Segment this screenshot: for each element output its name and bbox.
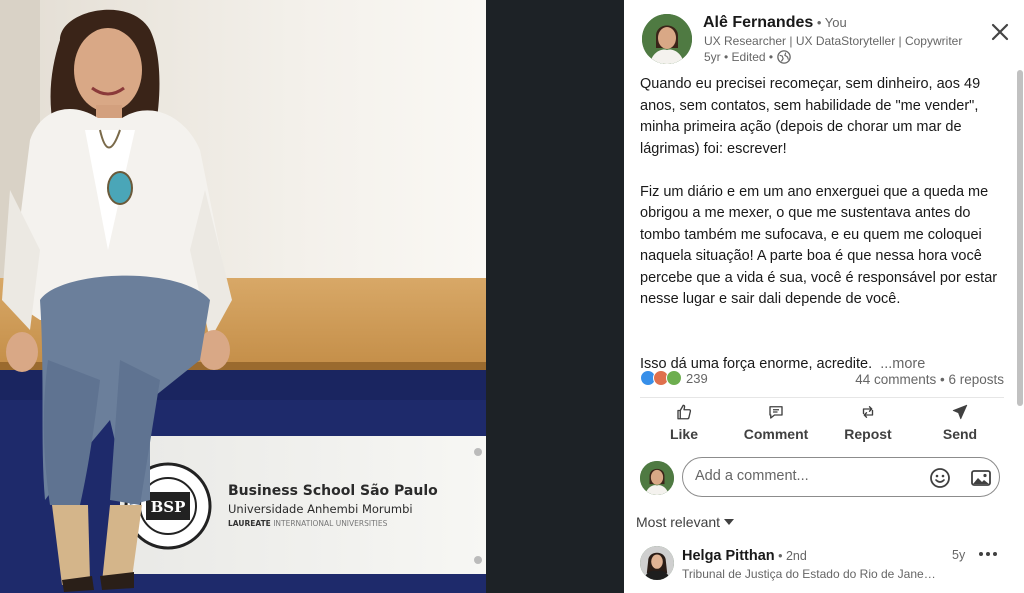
like-button[interactable]: Like — [640, 403, 728, 442]
commenter-headline: Tribunal de Justiça do Estado do Rio de … — [682, 567, 937, 581]
author-avatar-image — [642, 14, 692, 64]
post-image: BSP Business School São Paulo Universida… — [0, 0, 486, 593]
commenter-avatar-image — [640, 546, 674, 580]
caret-down-icon — [724, 519, 735, 525]
post-paragraph-2: Fiz um diário e em um ano enxerguei que … — [640, 183, 998, 308]
author-headline: UX Researcher | UX DataStoryteller | Cop… — [704, 34, 963, 48]
current-user-avatar — [640, 461, 674, 495]
commenter-name-text[interactable]: Helga Pitthan — [682, 548, 775, 564]
social-actions-bar: Like Comment Repost Send — [640, 403, 1004, 442]
comments-reposts-count[interactable]: 44 comments • 6 reposts — [855, 372, 1004, 387]
close-button[interactable] — [986, 18, 1014, 46]
commenter-degree: • 2nd — [774, 549, 807, 563]
post-detail-panel: Alê Fernandes • You UX Researcher | UX D… — [624, 0, 1024, 593]
send-label: Send — [942, 426, 978, 442]
comment-options-button[interactable] — [976, 544, 1000, 564]
commenter-avatar[interactable] — [640, 546, 674, 580]
more-icon — [979, 552, 997, 556]
emoji-button[interactable] — [928, 466, 952, 490]
emoji-icon — [930, 468, 950, 488]
author-avatar[interactable] — [642, 14, 692, 64]
repost-button[interactable]: Repost — [824, 403, 912, 442]
comment-time: 5y — [952, 548, 966, 562]
send-button[interactable]: Send — [916, 403, 1004, 442]
comment-input[interactable] — [693, 467, 917, 485]
comment-label: Comment — [743, 426, 809, 442]
author-name-text[interactable]: Alê Fernandes — [703, 14, 813, 31]
see-more-link[interactable]: ...more — [880, 356, 925, 372]
commenter-name[interactable]: Helga Pitthan • 2nd — [682, 548, 807, 564]
send-icon — [952, 404, 968, 420]
reactions-summary[interactable]: 239 — [640, 370, 708, 386]
scrollbar-thumb[interactable] — [1017, 70, 1023, 406]
sign-laureate: LAUREATE INTERNATIONAL UNIVERSITIES — [228, 519, 388, 528]
like-label: Like — [669, 426, 698, 442]
support-reaction-icon — [666, 370, 682, 386]
sign-subtitle: Universidade Anhembi Morumbi — [228, 502, 413, 516]
post-text: Quando eu precisei recomeçar, sem dinhei… — [640, 74, 1000, 397]
post-paragraph-1: Quando eu precisei recomeçar, sem dinhei… — [640, 76, 981, 157]
comment-box[interactable] — [682, 457, 1000, 497]
reaction-count[interactable]: 239 — [686, 371, 708, 386]
comment-icon — [769, 406, 783, 419]
divider — [640, 397, 1004, 398]
sort-label: Most relevant — [636, 514, 721, 530]
photo-illustration: BSP Business School São Paulo Universida… — [0, 0, 486, 593]
author-name[interactable]: Alê Fernandes • You — [703, 14, 847, 32]
like-icon — [677, 404, 692, 420]
author-you-label: • You — [813, 15, 847, 30]
globe-icon — [777, 50, 791, 64]
sign-title: Business School São Paulo — [228, 483, 438, 499]
repost-icon — [862, 406, 874, 418]
close-icon — [991, 23, 1009, 41]
panel-scrollbar[interactable] — [1016, 70, 1024, 410]
add-image-button[interactable] — [969, 466, 993, 490]
sort-comments-dropdown[interactable]: Most relevant — [636, 514, 735, 530]
post-time: 5yr • Edited • — [704, 50, 774, 64]
current-user-avatar-image — [640, 461, 674, 495]
repost-label: Repost — [844, 426, 892, 442]
comment-button[interactable]: Comment — [732, 403, 820, 442]
viewer-backdrop — [486, 0, 624, 593]
image-icon — [971, 470, 991, 486]
svg-text:BSP: BSP — [151, 498, 186, 516]
post-meta: 5yr • Edited • — [704, 50, 791, 64]
